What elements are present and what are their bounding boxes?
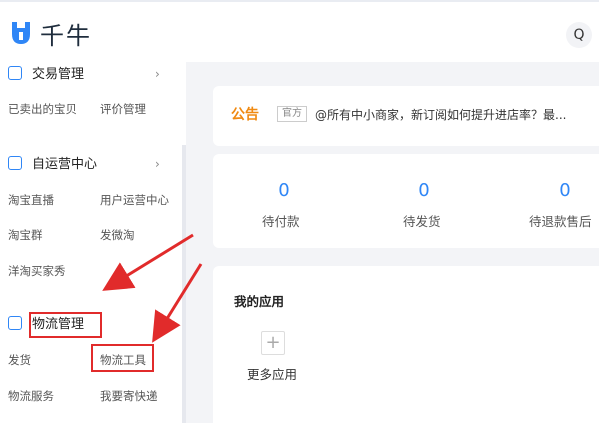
sidebar-item-buyer-show[interactable]: 洋淘买家秀 (8, 263, 66, 279)
top-bar: 千牛 Q (0, 0, 599, 62)
sidebar-item-weitao[interactable]: 发微淘 (100, 227, 135, 243)
notice-label: 公告 (231, 107, 259, 123)
app-logo-text: 千牛 (40, 22, 92, 50)
add-app-icon[interactable]: + (261, 331, 285, 355)
official-tag: 官方 (277, 106, 307, 122)
qianniu-logo-icon (12, 22, 30, 44)
sidebar-item-taobao-live[interactable]: 淘宝直播 (8, 192, 54, 208)
sidebar-item-sold-items[interactable]: 已卖出的宝贝 (8, 101, 77, 117)
stat-pending-shipment-count[interactable]: 0 (394, 180, 454, 201)
logistics-icon (8, 315, 22, 330)
stat-refund-count[interactable]: 0 (535, 180, 595, 201)
sidebar-item-user-ops[interactable]: 用户运营中心 (100, 192, 169, 208)
calendar-icon (8, 65, 22, 80)
sidebar-group-self-operation[interactable]: 自运营中心 (8, 154, 97, 176)
stat-refund-label[interactable]: 待退款售后 (529, 211, 592, 230)
stat-pending-payment-label[interactable]: 待付款 (262, 211, 300, 230)
sidebar-group-trade[interactable]: 交易管理 (8, 64, 84, 86)
sidebar-item-taobao-group[interactable]: 淘宝群 (8, 227, 43, 243)
stat-pending-payment-count[interactable]: 0 (254, 180, 314, 201)
chat-icon (8, 155, 22, 170)
notice-text[interactable]: @所有中小商家，新订阅如何提升进店率？最... (315, 106, 566, 123)
sidebar-group-label: 交易管理 (32, 67, 85, 82)
sidebar-item-logistics-service[interactable]: 物流服务 (8, 388, 54, 404)
sidebar-item-ship[interactable]: 发货 (8, 352, 31, 368)
search-icon[interactable]: Q (566, 22, 592, 48)
stat-pending-shipment-label[interactable]: 待发货 (403, 211, 441, 230)
sidebar-item-send-express[interactable]: 我要寄快递 (100, 388, 158, 404)
highlight-logistics-tools (91, 344, 154, 372)
highlight-logistics-group (29, 312, 102, 338)
my-apps-title: 我的应用 (234, 294, 285, 309)
more-apps-link[interactable]: 更多应用 (247, 364, 297, 383)
chevron-right-icon[interactable]: › (155, 157, 160, 171)
sidebar-group-label: 自运营中心 (32, 157, 98, 172)
chevron-right-icon[interactable]: › (155, 67, 160, 81)
notice-card[interactable]: 公告 官方 @所有中小商家，新订阅如何提升进店率？最... (213, 86, 599, 146)
sidebar-item-reviews[interactable]: 评价管理 (100, 101, 146, 117)
order-stats-card (213, 154, 599, 248)
